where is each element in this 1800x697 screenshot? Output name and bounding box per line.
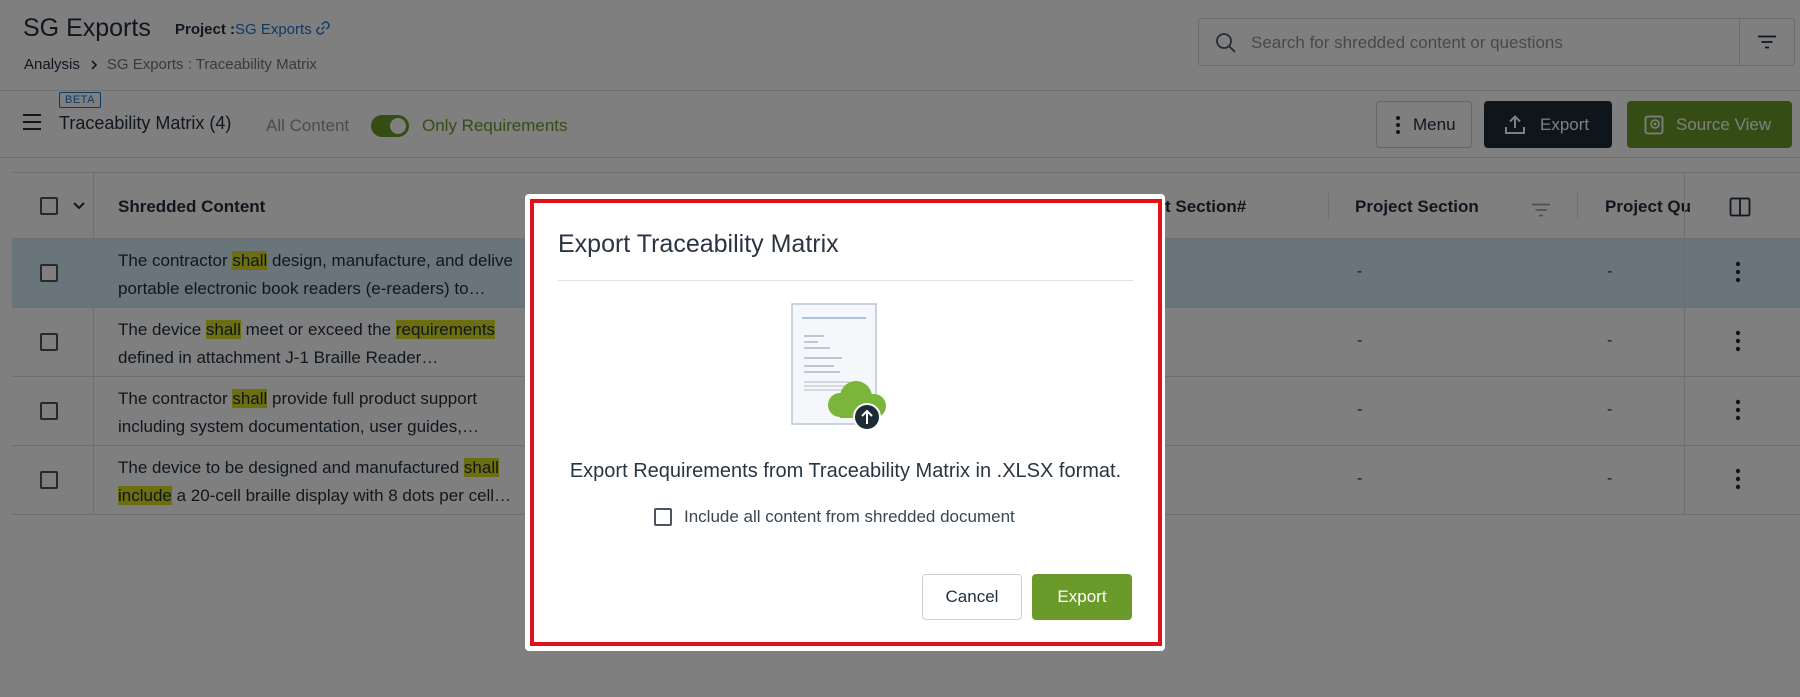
modal-export-button[interactable]: Export xyxy=(1032,574,1132,620)
include-all-content-checkbox[interactable] xyxy=(654,508,672,526)
include-all-content-label[interactable]: Include all content from shredded docume… xyxy=(684,507,1015,527)
document-upload-illustration-icon xyxy=(791,303,886,431)
modal-divider xyxy=(558,280,1133,281)
modal-title: Export Traceability Matrix xyxy=(558,230,839,258)
cancel-button[interactable]: Cancel xyxy=(922,574,1022,620)
include-all-content-option[interactable]: Include all content from shredded docume… xyxy=(654,507,1015,527)
modal-description: Export Requirements from Traceability Ma… xyxy=(569,460,1122,482)
